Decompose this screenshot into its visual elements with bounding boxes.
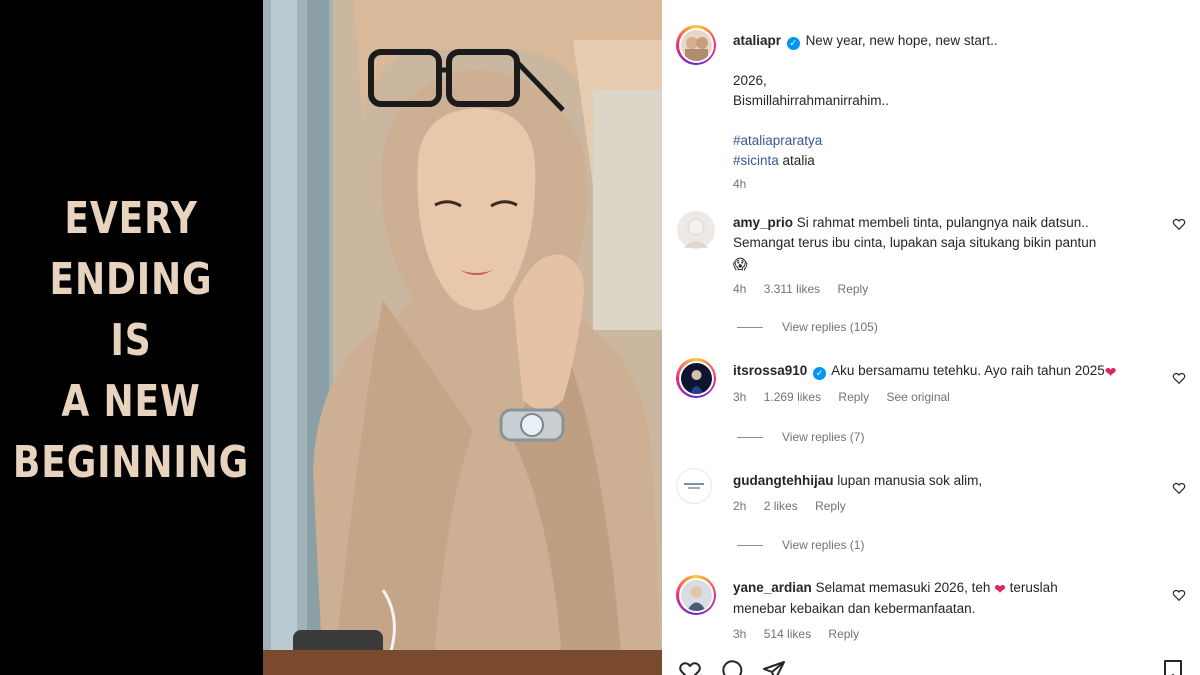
quote-line: EVERY bbox=[64, 192, 199, 244]
avatar-gap bbox=[678, 360, 714, 396]
comment-meta: 3h 514 likes Reply bbox=[733, 624, 1153, 644]
divider-line bbox=[737, 326, 763, 328]
avatar-gap bbox=[678, 577, 714, 613]
divider-line bbox=[737, 436, 763, 438]
reply-button[interactable]: Reply bbox=[838, 390, 869, 404]
comment-avatar[interactable] bbox=[676, 575, 716, 615]
verified-badge-icon: ✓ bbox=[786, 37, 800, 50]
comment-time[interactable]: 3h bbox=[733, 627, 746, 641]
verified-badge-icon: ✓ bbox=[813, 367, 827, 380]
instagram-post-view: EVERY ENDING IS A NEW BEGINNING ataliapr… bbox=[0, 0, 1200, 675]
caption-avatar-wrapper[interactable] bbox=[676, 25, 716, 65]
bookmark-icon[interactable] bbox=[1162, 659, 1184, 675]
story-ring bbox=[676, 575, 716, 615]
comment-time[interactable]: 3h bbox=[733, 390, 746, 404]
post-details-panel: ataliapr ✓ New year, new hope, new start… bbox=[662, 0, 1200, 675]
quote-line: IS bbox=[110, 314, 153, 366]
avatar bbox=[676, 468, 712, 504]
post-time[interactable]: 4h bbox=[733, 174, 1173, 194]
comment-likes[interactable]: 2 likes bbox=[764, 499, 798, 513]
caption-line: 2026, bbox=[733, 73, 767, 88]
portrait-illustration bbox=[263, 0, 662, 675]
quote-panel: EVERY ENDING IS A NEW BEGINNING bbox=[0, 0, 263, 675]
heart-outline-icon[interactable] bbox=[1172, 217, 1186, 231]
comment-emoji: 😱 bbox=[733, 256, 748, 272]
comment-avatar[interactable] bbox=[676, 468, 712, 504]
comment-meta: 4h 3.311 likes Reply bbox=[733, 279, 1153, 299]
comment-text: menebar kebaikan dan kebermanfaatan. bbox=[733, 601, 976, 616]
hashtag-link[interactable]: #sicinta bbox=[733, 153, 779, 168]
reply-button[interactable]: Reply bbox=[838, 282, 869, 296]
comment-likes[interactable]: 514 likes bbox=[764, 627, 811, 641]
comment-avatar[interactable] bbox=[676, 358, 716, 398]
comment-username[interactable]: yane_ardian bbox=[733, 580, 812, 595]
heart-outline-icon[interactable] bbox=[1172, 588, 1186, 602]
author-username[interactable]: ataliapr bbox=[733, 33, 781, 48]
portrait-photo bbox=[263, 0, 662, 675]
avatar bbox=[680, 579, 712, 611]
post-caption: ataliapr ✓ New year, new hope, new start… bbox=[733, 31, 1173, 194]
heart-outline-icon[interactable] bbox=[678, 659, 702, 675]
see-original-button[interactable]: See original bbox=[886, 390, 949, 404]
hashtag-link[interactable]: #ataliapraratya bbox=[733, 131, 1173, 151]
comment-text: teruslah bbox=[1009, 580, 1058, 595]
comment-username[interactable]: itsrossa910 bbox=[733, 363, 807, 378]
quote-line: A NEW bbox=[61, 375, 202, 427]
avatar-gap bbox=[678, 27, 714, 63]
comment-username[interactable]: gudangtehhijau bbox=[733, 473, 834, 488]
comment-body: gudangtehhijau lupan manusia sok alim, 2… bbox=[733, 471, 1153, 516]
heart-emoji: ❤ bbox=[1104, 364, 1117, 380]
reply-button[interactable]: Reply bbox=[828, 627, 859, 641]
comment-time[interactable]: 2h bbox=[733, 499, 746, 513]
post-action-bar bbox=[676, 655, 1186, 675]
caption-first-line: New year, new hope, new start.. bbox=[805, 33, 998, 48]
comment-meta: 2h 2 likes Reply bbox=[733, 496, 1153, 516]
comment-meta: 3h 1.269 likes Reply See original bbox=[733, 387, 1153, 407]
heart-emoji: ❤ bbox=[994, 581, 1006, 597]
quote-text: EVERY ENDING IS A NEW BEGINNING bbox=[13, 188, 249, 493]
story-ring bbox=[676, 25, 716, 65]
view-replies-button[interactable]: View replies (7) bbox=[737, 430, 864, 444]
heart-outline-icon[interactable] bbox=[1172, 481, 1186, 495]
view-replies-button[interactable]: View replies (1) bbox=[737, 538, 864, 552]
post-media[interactable]: EVERY ENDING IS A NEW BEGINNING bbox=[0, 0, 662, 675]
comment-icon[interactable] bbox=[720, 659, 744, 675]
divider-line bbox=[737, 544, 763, 546]
comment-time[interactable]: 4h bbox=[733, 282, 746, 296]
avatar bbox=[680, 29, 712, 61]
comment-likes[interactable]: 3.311 likes bbox=[764, 282, 820, 296]
caption-line: Bismillahirrahmanirrahim.. bbox=[733, 93, 890, 108]
comment-body: yane_ardian Selamat memasuki 2026, teh ❤… bbox=[733, 578, 1153, 644]
quote-line: ENDING bbox=[50, 253, 213, 305]
comment-text: Si rahmat membeli tinta, pulangnya naik … bbox=[796, 215, 1089, 230]
reply-button[interactable]: Reply bbox=[815, 499, 846, 513]
avatar bbox=[680, 362, 712, 394]
share-icon[interactable] bbox=[762, 659, 786, 675]
comment-body: amy_prio Si rahmat membeli tinta, pulang… bbox=[733, 213, 1153, 299]
comment-text: lupan manusia sok alim, bbox=[837, 473, 983, 488]
comment-body: itsrossa910 ✓ Aku bersamamu tetehku. Ayo… bbox=[733, 361, 1153, 407]
quote-line: BEGINNING bbox=[13, 436, 250, 488]
comment-text: Aku bersamamu tetehku. Ayo raih tahun 20… bbox=[831, 363, 1105, 378]
comment-text: Selamat memasuki 2026, teh bbox=[815, 580, 991, 595]
view-replies-label: View replies (105) bbox=[782, 320, 878, 334]
avatar bbox=[677, 211, 715, 249]
comment-avatar[interactable] bbox=[676, 210, 716, 255]
comment-text: Semangat terus ibu cinta, lupakan saja s… bbox=[733, 235, 1097, 250]
story-ring bbox=[676, 358, 716, 398]
caption-mention: atalia bbox=[782, 153, 815, 168]
comment-likes[interactable]: 1.269 likes bbox=[764, 390, 821, 404]
view-replies-button[interactable]: View replies (105) bbox=[737, 320, 878, 334]
view-replies-label: View replies (7) bbox=[782, 430, 865, 444]
heart-outline-icon[interactable] bbox=[1172, 371, 1186, 385]
brand-logo bbox=[684, 483, 704, 489]
comment-username[interactable]: amy_prio bbox=[733, 215, 793, 230]
view-replies-label: View replies (1) bbox=[782, 538, 865, 552]
